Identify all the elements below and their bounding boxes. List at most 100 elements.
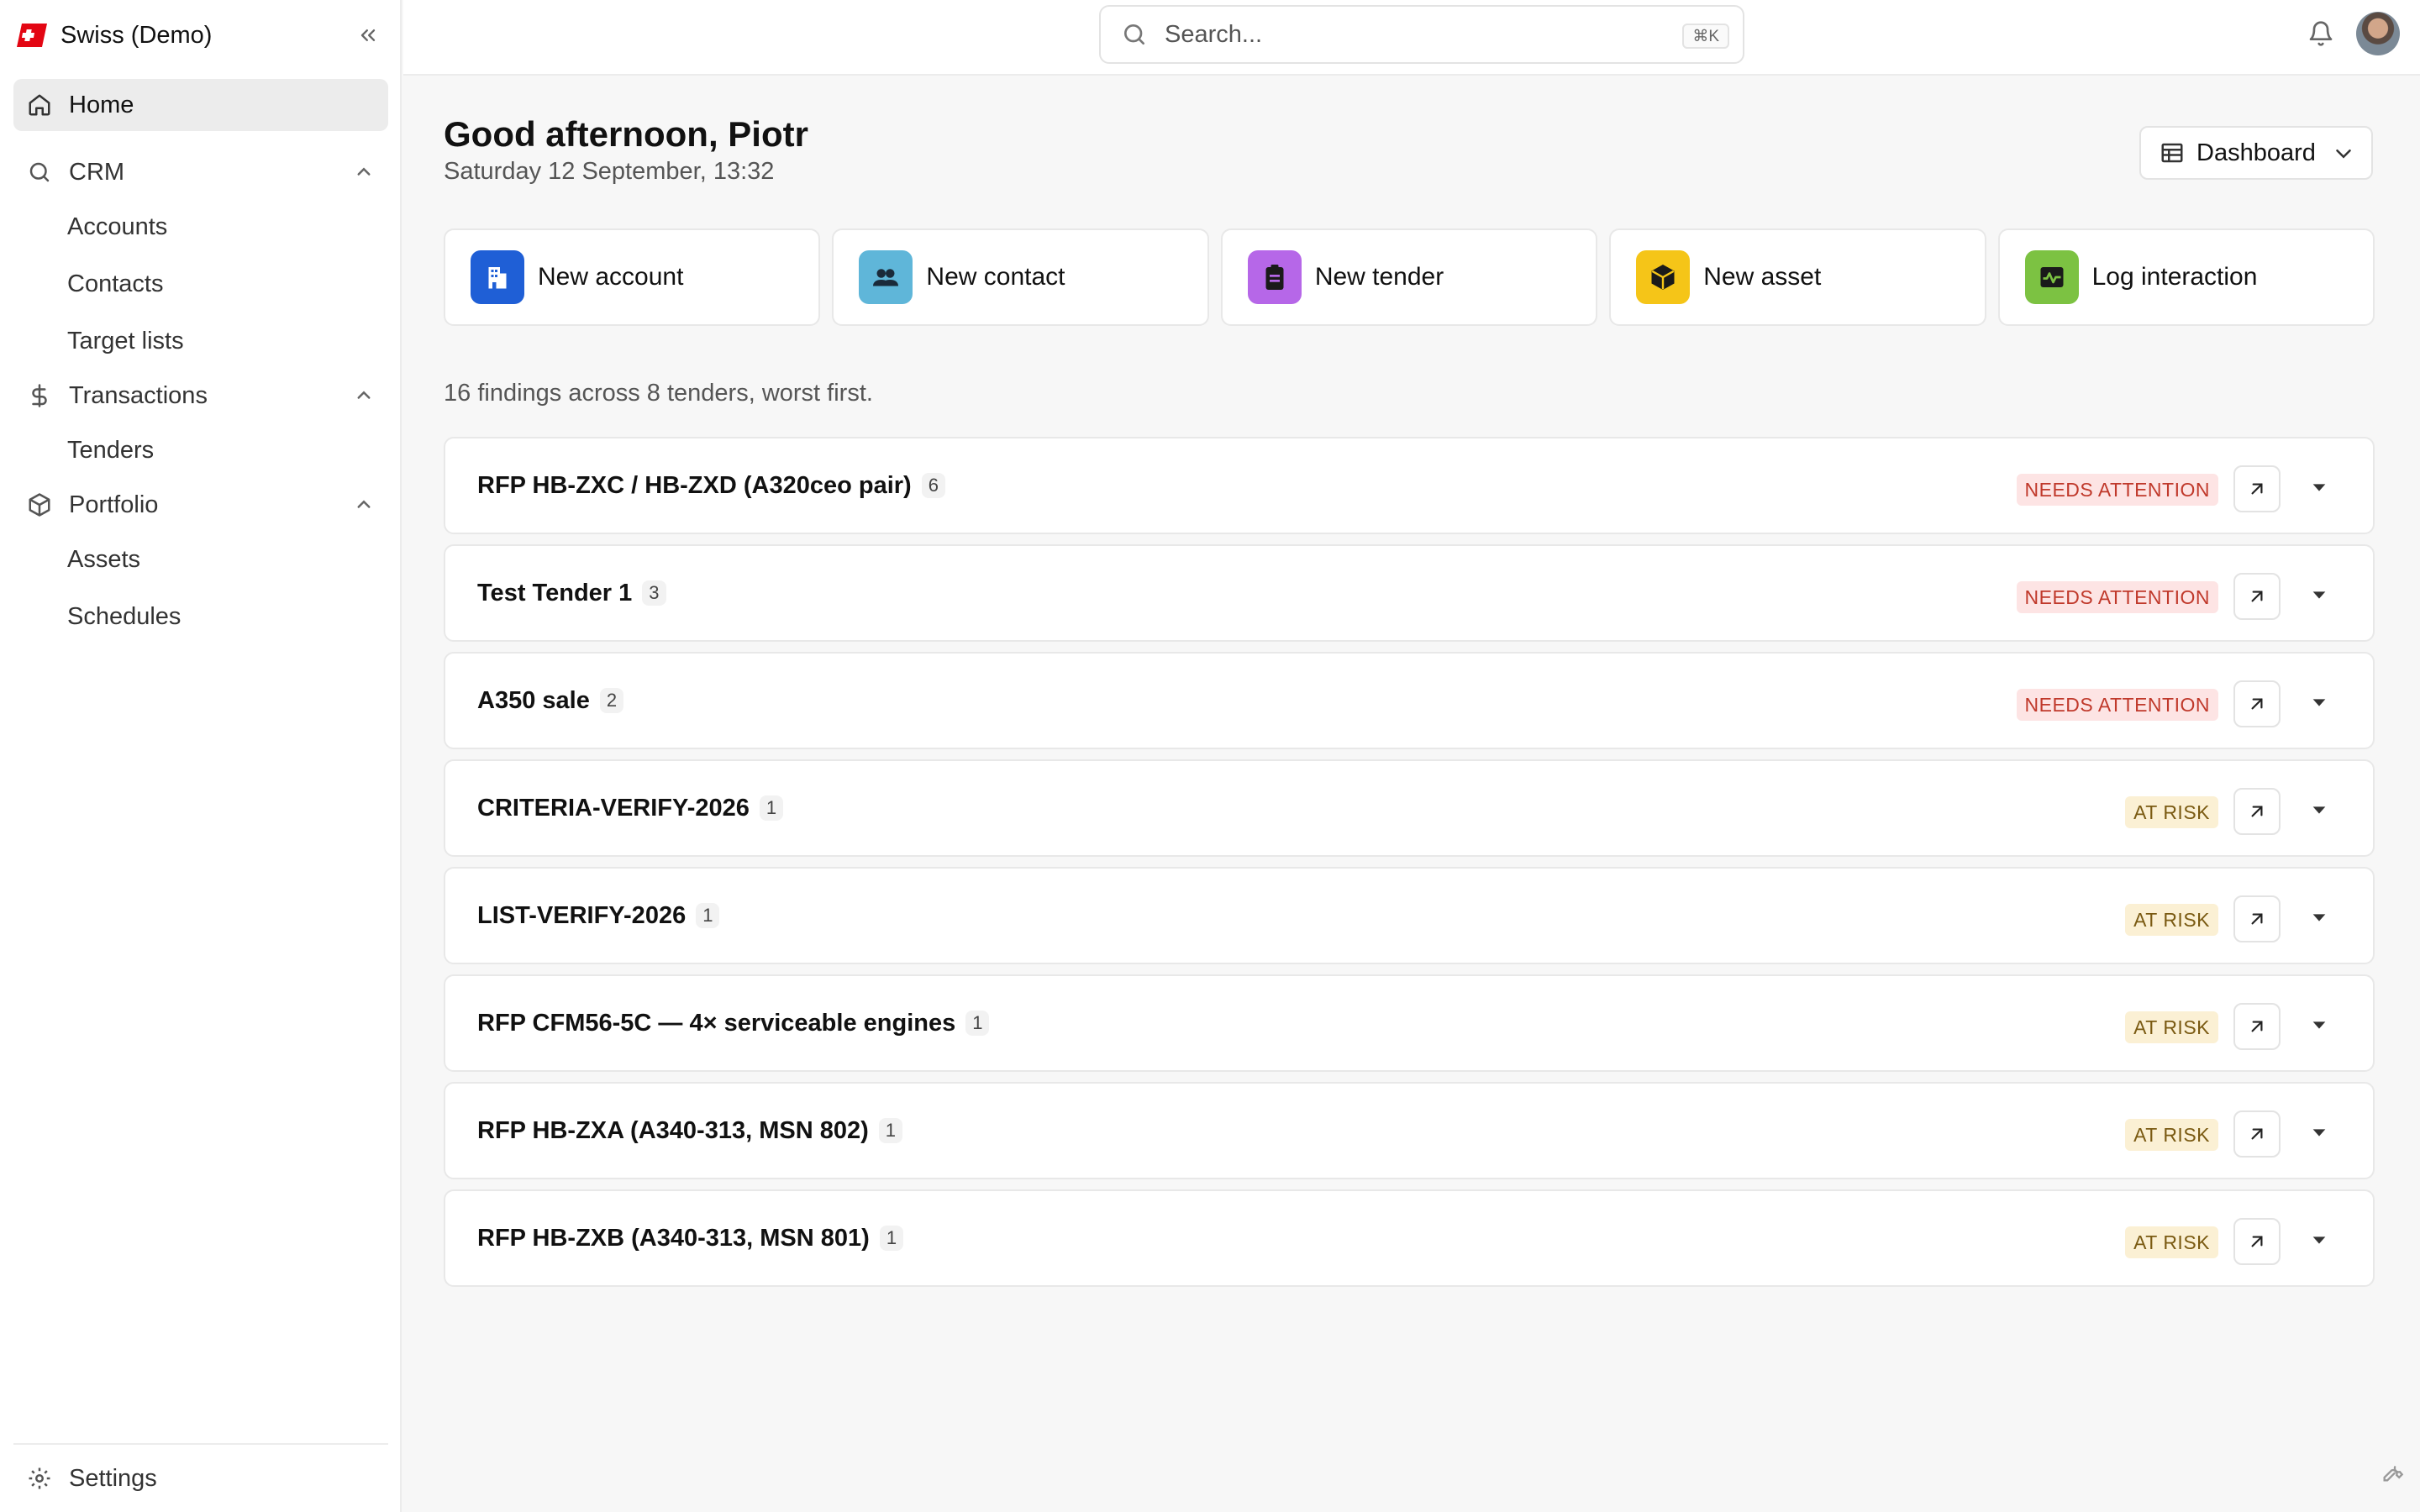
nav-settings[interactable]: Settings [13, 1443, 388, 1512]
open-tender-button[interactable] [2233, 895, 2281, 942]
dollar-icon [25, 381, 54, 410]
tender-title: A350 sale [477, 686, 590, 714]
new-contact-button[interactable]: New contact [832, 228, 1209, 326]
expand-caret-icon[interactable] [2307, 1013, 2331, 1037]
tender-title: RFP CFM56-5C — 4× serviceable engines [477, 1009, 956, 1037]
finding-row[interactable]: A350 sale 2 NEEDS ATTENTION [444, 652, 2375, 749]
avatar[interactable] [2356, 12, 2400, 55]
expand-caret-icon[interactable] [2307, 583, 2331, 606]
status-badge: AT RISK [2125, 796, 2218, 828]
chevron-up-icon[interactable] [351, 383, 376, 408]
view-selector-label: Dashboard [2196, 139, 2316, 166]
status-badge: AT RISK [2125, 1226, 2218, 1258]
new-tender-button[interactable]: New tender [1220, 228, 1598, 326]
nav-schedules[interactable]: Schedules [13, 588, 388, 645]
findings-list: RFP HB-ZXC / HB-ZXD (A320ceo pair) 6 NEE… [444, 437, 2375, 1297]
arrow-up-right-icon [2251, 1236, 2263, 1247]
chevron-up-icon[interactable] [351, 160, 376, 185]
view-selector-button[interactable]: Dashboard [2139, 126, 2373, 180]
brand[interactable]: Swiss (Demo) [15, 17, 385, 54]
swiss-logo-icon [15, 18, 49, 52]
finding-count: 1 [965, 1011, 990, 1036]
activity-icon [2024, 250, 2079, 304]
package-icon [25, 491, 54, 519]
log-interaction-label: Log interaction [2091, 263, 2258, 291]
log-interaction-button[interactable]: Log interaction [1997, 228, 2375, 326]
main-nav: Home CRM Accounts Contacts Target lists … [13, 79, 388, 645]
search-icon [1119, 19, 1150, 50]
open-tender-button[interactable] [2233, 788, 2281, 835]
finding-count: 1 [759, 795, 784, 821]
search-placeholder: Search... [1165, 20, 1263, 48]
users-icon [859, 250, 913, 304]
collapse-sidebar-icon[interactable] [351, 18, 385, 52]
open-tender-button[interactable] [2233, 573, 2281, 620]
finding-row[interactable]: RFP HB-ZXB (A340-313, MSN 801) 1 AT RISK [444, 1189, 2375, 1287]
finding-row[interactable]: RFP HB-ZXA (A340-313, MSN 802) 1 AT RISK [444, 1082, 2375, 1179]
arrow-up-right-icon [2251, 483, 2263, 495]
sidebar: Swiss (Demo) Home CRM Accounts Contacts … [0, 0, 402, 1512]
finding-row[interactable]: LIST-VERIFY-2026 1 AT RISK [444, 867, 2375, 964]
expand-caret-icon[interactable] [2307, 690, 2331, 714]
box-icon [1636, 250, 1691, 304]
status-badge: AT RISK [2125, 904, 2218, 936]
search-shortcut: ⌘K [1682, 24, 1729, 49]
arrow-up-right-icon [2251, 698, 2263, 710]
chevron-up-icon[interactable] [351, 492, 376, 517]
home-icon [25, 91, 54, 119]
gear-icon [25, 1464, 54, 1493]
tender-title: LIST-VERIFY-2026 [477, 901, 687, 929]
nav-accounts[interactable]: Accounts [13, 198, 388, 255]
tender-title: Test Tender 1 [477, 579, 633, 606]
nav-crm[interactable]: CRM [13, 146, 388, 198]
expand-caret-icon[interactable] [2307, 906, 2331, 929]
status-badge: NEEDS ATTENTION [2016, 689, 2218, 721]
nav-contacts[interactable]: Contacts [13, 255, 388, 312]
new-account-label: New account [538, 263, 684, 291]
tender-title: RFP HB-ZXB (A340-313, MSN 801) [477, 1224, 870, 1252]
page-title: Good afternoon, Piotr [444, 114, 808, 154]
nav-portfolio[interactable]: Portfolio [13, 479, 388, 531]
status-badge: NEEDS ATTENTION [2016, 581, 2218, 613]
expand-caret-icon[interactable] [2307, 475, 2331, 499]
arrow-up-right-icon [2251, 591, 2263, 602]
nav-transactions[interactable]: Transactions [13, 370, 388, 422]
nav-assets[interactable]: Assets [13, 531, 388, 588]
chevron-down-icon [2331, 141, 2356, 166]
open-tender-button[interactable] [2233, 465, 2281, 512]
open-tender-button[interactable] [2233, 1110, 2281, 1158]
nav-home[interactable]: Home [13, 79, 388, 131]
expand-caret-icon[interactable] [2307, 1121, 2331, 1144]
nav-target-lists[interactable]: Target lists [13, 312, 388, 370]
table-icon [2158, 139, 2186, 167]
finding-row[interactable]: Test Tender 1 3 NEEDS ATTENTION [444, 544, 2375, 642]
finding-count: 3 [642, 580, 666, 606]
nav-portfolio-label: Portfolio [69, 491, 159, 518]
finding-count: 1 [878, 1118, 902, 1143]
arrow-up-right-icon [2251, 806, 2263, 817]
workspace-name: Swiss (Demo) [60, 21, 213, 49]
new-account-button[interactable]: New account [444, 228, 821, 326]
search-input[interactable]: Search... ⌘K [1099, 5, 1744, 64]
expand-caret-icon[interactable] [2307, 798, 2331, 822]
finding-count: 1 [696, 903, 720, 928]
wrench-icon[interactable] [2378, 1458, 2407, 1487]
bell-icon[interactable] [2304, 17, 2338, 50]
open-tender-button[interactable] [2233, 680, 2281, 727]
finding-row[interactable]: CRITERIA-VERIFY-2026 1 AT RISK [444, 759, 2375, 857]
new-asset-button[interactable]: New asset [1609, 228, 1986, 326]
finding-row[interactable]: RFP CFM56-5C — 4× serviceable engines 1 … [444, 974, 2375, 1072]
building-icon [471, 250, 524, 304]
settings-label: Settings [69, 1464, 157, 1492]
open-tender-button[interactable] [2233, 1218, 2281, 1265]
finding-row[interactable]: RFP HB-ZXC / HB-ZXD (A320ceo pair) 6 NEE… [444, 437, 2375, 534]
status-badge: AT RISK [2125, 1119, 2218, 1151]
tender-title: RFP HB-ZXA (A340-313, MSN 802) [477, 1116, 869, 1144]
tender-title: CRITERIA-VERIFY-2026 [477, 794, 750, 822]
nav-tenders[interactable]: Tenders [13, 422, 388, 479]
nav-transactions-label: Transactions [69, 381, 208, 409]
open-tender-button[interactable] [2233, 1003, 2281, 1050]
expand-caret-icon[interactable] [2307, 1228, 2331, 1252]
topbar: Search... ⌘K [403, 0, 2420, 76]
arrow-up-right-icon [2251, 1021, 2263, 1032]
